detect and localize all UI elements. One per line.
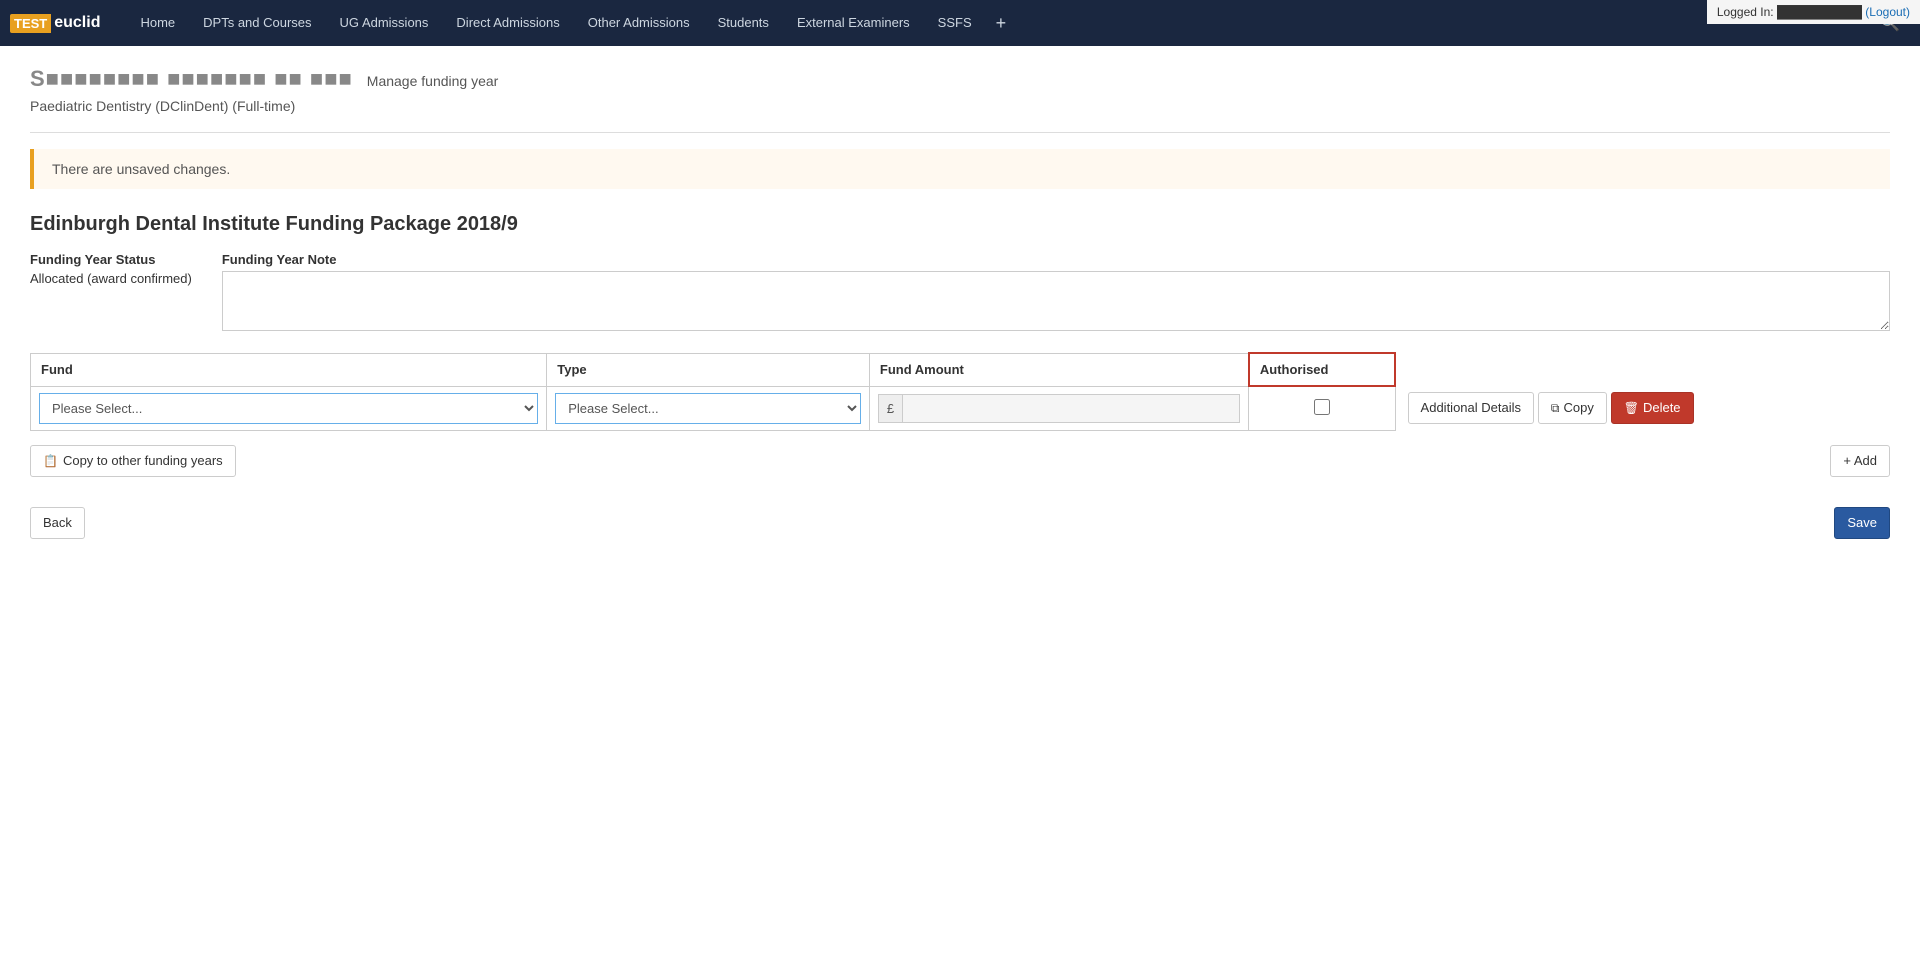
logged-in-label: Logged In: bbox=[1717, 5, 1774, 19]
funding-note-label: Funding Year Note bbox=[222, 252, 1890, 267]
fund-select[interactable]: Please Select... bbox=[39, 393, 538, 424]
add-button[interactable]: + Add bbox=[1830, 445, 1890, 477]
delete-row-button[interactable]: Delete bbox=[1611, 392, 1694, 424]
nav-link-students[interactable]: Students bbox=[704, 0, 783, 46]
copy-years-label: Copy to other funding years bbox=[63, 452, 223, 470]
brand-euclid-label: euclid bbox=[51, 12, 106, 34]
fund-table-header-row: Fund Type Fund Amount Authorised bbox=[31, 353, 1890, 386]
delete-row-label: Delete bbox=[1643, 399, 1681, 417]
brand-test-label: TEST bbox=[10, 14, 51, 33]
copy-to-other-funding-years-button[interactable]: Copy to other funding years bbox=[30, 445, 236, 477]
nav-item-home[interactable]: Home bbox=[126, 0, 189, 46]
fund-table-head: Fund Type Fund Amount Authorised bbox=[31, 353, 1890, 386]
funding-package-title: Edinburgh Dental Institute Funding Packa… bbox=[30, 213, 1890, 236]
col-fund-amount: Fund Amount bbox=[869, 353, 1248, 386]
copy-row-label: Copy bbox=[1563, 399, 1593, 417]
authorised-checkbox[interactable] bbox=[1314, 399, 1330, 415]
authorised-cell bbox=[1249, 386, 1395, 430]
nav-item-plus[interactable]: + bbox=[986, 0, 1017, 46]
amount-wrapper: £ bbox=[878, 394, 1240, 423]
type-cell: Please Select... bbox=[547, 386, 870, 430]
amount-cell: £ bbox=[869, 386, 1248, 430]
fund-cell: Please Select... bbox=[31, 386, 547, 430]
unsaved-changes-banner: There are unsaved changes. bbox=[30, 149, 1890, 189]
nav-link-external-examiners[interactable]: External Examiners bbox=[783, 0, 924, 46]
back-button[interactable]: Back bbox=[30, 507, 85, 539]
funding-status-value: Allocated (award confirmed) bbox=[30, 271, 192, 286]
nav-link-direct-admissions[interactable]: Direct Admissions bbox=[442, 0, 573, 46]
nav-link-ssfs[interactable]: SSFS bbox=[924, 0, 986, 46]
nav-link-home[interactable]: Home bbox=[126, 0, 189, 46]
nav-item-direct-admissions[interactable]: Direct Admissions bbox=[442, 0, 573, 46]
amount-prefix: £ bbox=[878, 394, 902, 423]
table-row: Please Select... Please Select... £ bbox=[31, 386, 1890, 430]
amount-input[interactable] bbox=[902, 394, 1240, 423]
logged-in-user: ██████████ bbox=[1777, 5, 1865, 19]
page-title-redacted: S■■■■■■■■ ■■■■■■■ ■■ ■■■ bbox=[30, 66, 353, 92]
copy-icon bbox=[1551, 399, 1560, 417]
trash-icon bbox=[1624, 399, 1639, 417]
nav-link-other-admissions[interactable]: Other Admissions bbox=[574, 0, 704, 46]
nav-item-other-admissions[interactable]: Other Admissions bbox=[574, 0, 704, 46]
nav-item-dpts[interactable]: DPTs and Courses bbox=[189, 0, 325, 46]
logout-link[interactable]: (Logout) bbox=[1865, 5, 1910, 19]
page-actions: Back Save bbox=[30, 507, 1890, 539]
funding-status-block: Funding Year Status Allocated (award con… bbox=[30, 252, 192, 334]
brand-logo[interactable]: TEST euclid bbox=[10, 12, 106, 34]
row-actions-cell: Additional Details Copy Delete bbox=[1395, 386, 1889, 430]
col-type: Type bbox=[547, 353, 870, 386]
page-subheading: Paediatric Dentistry (DClinDent) (Full-t… bbox=[30, 98, 1890, 114]
copy-row-button[interactable]: Copy bbox=[1538, 392, 1607, 424]
logged-in-info: Logged In: ██████████ (Logout) bbox=[1707, 0, 1920, 24]
save-button[interactable]: Save bbox=[1834, 507, 1890, 539]
nav-item-students[interactable]: Students bbox=[704, 0, 783, 46]
nav-link-dpts[interactable]: DPTs and Courses bbox=[189, 0, 325, 46]
col-actions bbox=[1395, 353, 1889, 386]
funding-note-textarea[interactable] bbox=[222, 271, 1890, 331]
navbar: TEST euclid Home DPTs and Courses UG Adm… bbox=[0, 0, 1920, 46]
fund-table: Fund Type Fund Amount Authorised Please … bbox=[30, 352, 1890, 431]
funding-meta: Funding Year Status Allocated (award con… bbox=[30, 252, 1890, 334]
nav-item-ssfs[interactable]: SSFS bbox=[924, 0, 986, 46]
table-actions-row: Copy to other funding years + Add bbox=[30, 445, 1890, 477]
unsaved-changes-message: There are unsaved changes. bbox=[52, 161, 230, 177]
add-label: + Add bbox=[1843, 452, 1877, 470]
funding-status-label: Funding Year Status bbox=[30, 252, 192, 267]
type-select[interactable]: Please Select... bbox=[555, 393, 861, 424]
copy-doc-icon bbox=[43, 452, 58, 470]
page-content: S■■■■■■■■ ■■■■■■■ ■■ ■■■ Manage funding … bbox=[0, 46, 1920, 559]
col-authorised: Authorised bbox=[1249, 353, 1395, 386]
nav-item-ug-admissions[interactable]: UG Admissions bbox=[326, 0, 443, 46]
page-heading: S■■■■■■■■ ■■■■■■■ ■■ ■■■ Manage funding … bbox=[30, 66, 1890, 92]
funding-note-block: Funding Year Note bbox=[222, 252, 1890, 334]
nav-menu: Home DPTs and Courses UG Admissions Dire… bbox=[126, 0, 1870, 46]
fund-table-body: Please Select... Please Select... £ bbox=[31, 386, 1890, 430]
nav-plus-icon[interactable]: + bbox=[986, 13, 1017, 33]
nav-link-ug-admissions[interactable]: UG Admissions bbox=[326, 0, 443, 46]
additional-details-button[interactable]: Additional Details bbox=[1408, 392, 1534, 424]
manage-funding-year-label: Manage funding year bbox=[367, 73, 499, 89]
nav-item-external-examiners[interactable]: External Examiners bbox=[783, 0, 924, 46]
col-fund: Fund bbox=[31, 353, 547, 386]
